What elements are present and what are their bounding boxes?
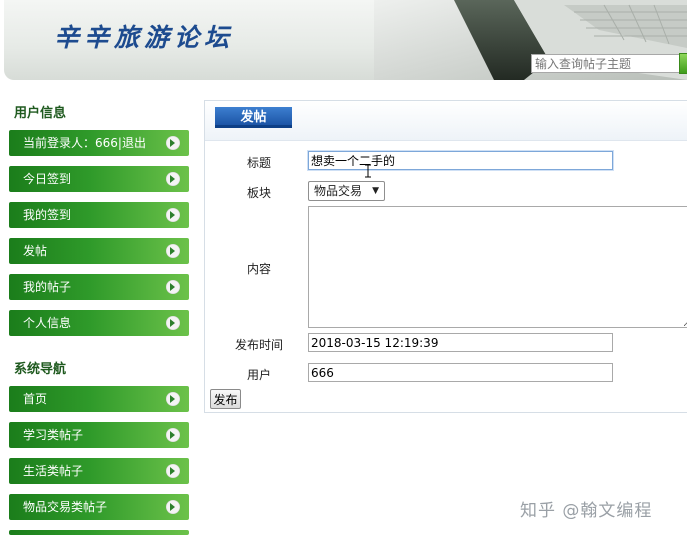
publish-time-input[interactable] [308, 333, 613, 352]
current-user-label: 当前登录人：666| [23, 136, 122, 150]
sidebar-item-new-post[interactable]: 发帖 [9, 238, 189, 264]
sidebar-item-label: 首页 [23, 392, 48, 406]
sidebar-item-label: 物品交易类帖子 [23, 500, 108, 514]
sidebar-item-life-posts[interactable]: 生活类帖子 [9, 458, 189, 484]
content-textarea[interactable] [308, 206, 687, 328]
sidebar-item-label: 发帖 [23, 244, 48, 258]
content-label: 内容 [246, 262, 271, 276]
arrow-right-icon [166, 208, 180, 222]
arrow-right-icon [166, 136, 180, 150]
sidebar-item-home[interactable]: 首页 [9, 386, 189, 412]
title-label: 标题 [246, 156, 271, 170]
arrow-right-icon [166, 392, 180, 406]
user-info-heading: 用户信息 [14, 106, 67, 121]
arrow-right-icon [166, 500, 180, 514]
sidebar-item-trade-posts[interactable]: 物品交易类帖子 [9, 494, 189, 520]
site-title: 辛辛旅游论坛 [54, 23, 235, 52]
arrow-right-icon [166, 244, 180, 258]
sidebar-item-checkin-today[interactable]: 今日签到 [9, 166, 189, 192]
search-input[interactable] [531, 54, 681, 73]
board-select-value: 物品交易 [314, 184, 363, 198]
sidebar-item-label: 今日签到 [23, 172, 72, 186]
arrow-right-icon [166, 172, 180, 186]
search-button[interactable] [679, 53, 687, 74]
sidebar-item-partial [9, 530, 189, 535]
user-input[interactable] [308, 363, 613, 382]
text-cursor-icon [365, 164, 371, 178]
board-label: 板块 [246, 186, 271, 200]
system-nav-heading: 系统导航 [14, 362, 67, 377]
arrow-right-icon [166, 428, 180, 442]
user-label: 用户 [246, 368, 271, 382]
sidebar-item-label: 学习类帖子 [23, 428, 84, 442]
panel-header: 发帖 [205, 101, 687, 141]
sidebar-item-label: 个人信息 [23, 316, 72, 330]
arrow-right-icon [166, 316, 180, 330]
sidebar-item-current-user: 当前登录人：666|退出 [9, 130, 189, 156]
sidebar-item-profile[interactable]: 个人信息 [9, 310, 189, 336]
sidebar-item-my-posts[interactable]: 我的帖子 [9, 274, 189, 300]
sidebar-item-study-posts[interactable]: 学习类帖子 [9, 422, 189, 448]
logout-link[interactable]: 退出 [122, 136, 146, 150]
board-select[interactable]: 物品交易 ▼ [308, 181, 385, 201]
submit-post-button[interactable]: 发布 [210, 389, 241, 409]
arrow-right-icon [166, 464, 180, 478]
tab-new-post[interactable]: 发帖 [215, 107, 292, 128]
sidebar-item-label: 我的签到 [23, 208, 72, 222]
arrow-right-icon [166, 280, 180, 294]
header-banner: 辛辛旅游论坛 [4, 0, 687, 80]
dropdown-caret-icon: ▼ [372, 186, 379, 196]
sidebar-item-my-checkins[interactable]: 我的签到 [9, 202, 189, 228]
watermark-text: 知乎 @翰文编程 [520, 501, 653, 521]
sidebar-item-label: 生活类帖子 [23, 464, 84, 478]
sidebar-item-label: 我的帖子 [23, 280, 72, 294]
title-input[interactable] [308, 151, 613, 170]
publish-time-label: 发布时间 [234, 338, 283, 352]
